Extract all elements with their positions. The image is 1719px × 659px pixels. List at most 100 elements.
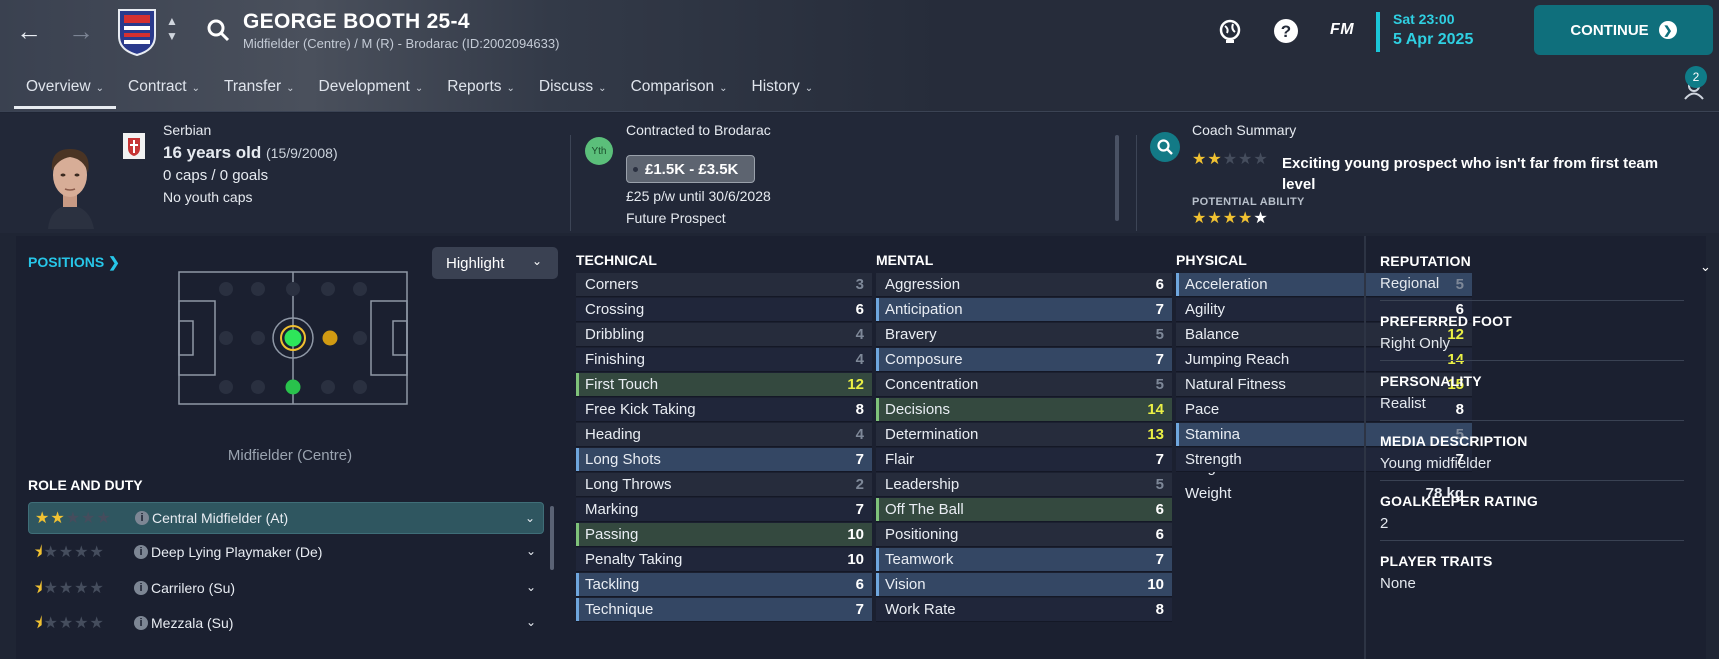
attribute-row[interactable]: Long Throws 2 bbox=[576, 473, 872, 497]
attribute-row[interactable]: Anticipation 7 bbox=[876, 298, 1172, 322]
club-crest-icon[interactable] bbox=[116, 6, 158, 56]
position-label: Midfielder (Centre) bbox=[227, 447, 353, 464]
search-icon[interactable] bbox=[206, 18, 230, 42]
chevron-down-icon[interactable]: ⌄ bbox=[526, 580, 536, 594]
info-icon[interactable]: i bbox=[134, 581, 148, 595]
role-row[interactable]: ⯨★★★★ i Carrilero (Su) ⌄ bbox=[28, 572, 544, 604]
tab-contract[interactable]: Contract ⌄ bbox=[116, 76, 212, 106]
role-name: Carrilero (Su) bbox=[151, 580, 236, 596]
tab-comparison[interactable]: Comparison ⌄ bbox=[619, 76, 740, 106]
attribute-name: Long Shots bbox=[585, 451, 661, 468]
attribute-name: Passing bbox=[585, 526, 639, 543]
attribute-value: 5 bbox=[1155, 476, 1164, 493]
chevron-down-icon[interactable]: ⌄ bbox=[525, 511, 535, 525]
attribute-row[interactable]: Bravery 5 bbox=[876, 323, 1172, 347]
coach-search-icon[interactable] bbox=[1150, 132, 1180, 162]
attribute-name: Positioning bbox=[885, 526, 959, 543]
attribute-name: Acceleration bbox=[1185, 276, 1268, 293]
chevron-down-icon[interactable]: ⌄ bbox=[526, 615, 536, 629]
reputation-block[interactable]: REPUTATION Regional ⌄ bbox=[1380, 253, 1711, 292]
attribute-value: 6 bbox=[1155, 526, 1164, 543]
attribute-row[interactable]: Teamwork 7 bbox=[876, 548, 1172, 572]
back-arrow-icon[interactable]: ← bbox=[12, 14, 46, 48]
potential-star-rating: ★★★★★ bbox=[1192, 210, 1269, 227]
attribute-row[interactable]: Passing 10 bbox=[576, 523, 872, 547]
chevron-down-icon: ⌄ bbox=[598, 83, 607, 94]
tab-development[interactable]: Development ⌄ bbox=[307, 76, 436, 106]
attribute-row[interactable]: Corners 3 bbox=[576, 273, 872, 297]
sort-arrows-icon[interactable]: ▲ ▼ bbox=[163, 14, 181, 48]
tab-reports[interactable]: Reports ⌄ bbox=[435, 76, 527, 106]
attribute-row[interactable]: Vision 10 bbox=[876, 573, 1172, 597]
positions-panel: POSITIONS ❯ Highlight ⌄ Midfielder (Centr… bbox=[16, 236, 564, 659]
personality-label: PERSONALITY bbox=[1380, 373, 1482, 389]
attribute-row[interactable]: Concentration 5 bbox=[876, 373, 1172, 397]
attribute-row[interactable]: Off The Ball 6 bbox=[876, 498, 1172, 522]
attribute-row[interactable]: Decisions 14 bbox=[876, 398, 1172, 422]
attribute-row[interactable]: Flair 7 bbox=[876, 448, 1172, 472]
tab-discuss[interactable]: Discuss ⌄ bbox=[527, 76, 619, 106]
tab-overview[interactable]: Overview ⌄ bbox=[14, 76, 116, 109]
chevron-down-icon[interactable]: ⌄ bbox=[526, 544, 536, 558]
attribute-row[interactable]: Heading 4 bbox=[576, 423, 872, 447]
positions-link[interactable]: POSITIONS ❯ bbox=[28, 254, 120, 271]
attribute-row[interactable]: First Touch 12 bbox=[576, 373, 872, 397]
divider bbox=[1380, 360, 1684, 361]
attribute-row[interactable]: Work Rate 8 bbox=[876, 598, 1172, 622]
goalkeeper-rating-block: GOALKEEPER RATING 2 bbox=[1380, 493, 1684, 532]
tab-transfer[interactable]: Transfer ⌄ bbox=[212, 76, 307, 106]
continue-button[interactable]: CONTINUE ❯ bbox=[1534, 5, 1713, 55]
attribute-row[interactable]: Aggression 6 bbox=[876, 273, 1172, 297]
role-row[interactable]: ⯨★★★★ i Mezzala (Su) ⌄ bbox=[28, 607, 544, 639]
notification-badge[interactable]: 2 bbox=[1685, 66, 1707, 88]
attribute-value: 6 bbox=[855, 576, 864, 593]
chevron-down-icon: ⌄ bbox=[506, 83, 515, 94]
value-tag[interactable]: £1.5K - £3.5K bbox=[626, 155, 756, 183]
help-icon[interactable]: ? bbox=[1272, 17, 1300, 45]
chevron-down-icon[interactable]: ⌄ bbox=[1700, 259, 1711, 275]
attribute-value: 6 bbox=[1155, 276, 1164, 293]
player-traits-value: None bbox=[1380, 575, 1416, 592]
attribute-row[interactable]: Technique 7 bbox=[576, 598, 872, 622]
personality-block: PERSONALITY Realist bbox=[1380, 373, 1684, 412]
attribute-row[interactable]: Long Shots 7 bbox=[576, 448, 872, 472]
attribute-row[interactable]: Penalty Taking 10 bbox=[576, 548, 872, 572]
attribute-row[interactable]: Tackling 6 bbox=[576, 573, 872, 597]
attribute-value: 7 bbox=[1155, 351, 1164, 368]
player-profile-strip: Serbian 16 years old (15/9/2008) 0 caps … bbox=[0, 113, 1719, 233]
tab-label: Development bbox=[318, 78, 410, 95]
attribute-row[interactable]: Determination 13 bbox=[876, 423, 1172, 447]
attribute-row[interactable]: Leadership 5 bbox=[876, 473, 1172, 497]
scrollbar[interactable] bbox=[550, 506, 554, 570]
role-name: Mezzala (Su) bbox=[151, 615, 234, 631]
attribute-name: Vision bbox=[885, 576, 926, 593]
attribute-row[interactable]: Positioning 6 bbox=[876, 523, 1172, 547]
attribute-name: Natural Fitness bbox=[1185, 376, 1286, 393]
tab-history[interactable]: History ⌄ bbox=[740, 76, 826, 106]
info-icon[interactable]: i bbox=[134, 616, 148, 630]
attribute-row[interactable]: Marking 7 bbox=[576, 498, 872, 522]
highlight-dropdown[interactable]: Highlight ⌄ bbox=[432, 247, 558, 279]
attribute-name: Concentration bbox=[885, 376, 979, 393]
attribute-value: 2 bbox=[855, 476, 864, 493]
media-description-label: MEDIA DESCRIPTION bbox=[1380, 433, 1528, 449]
role-row[interactable]: ★★★★★ i Central Midfielder (At) ⌄ bbox=[28, 502, 544, 534]
attribute-row[interactable]: Crossing 6 bbox=[576, 298, 872, 322]
globe-icon[interactable] bbox=[1216, 17, 1244, 45]
attribute-value: 5 bbox=[1155, 376, 1164, 393]
attribute-row[interactable]: Finishing 4 bbox=[576, 348, 872, 372]
fm-logo[interactable]: FM bbox=[1330, 21, 1354, 39]
tab-label: Comparison bbox=[630, 78, 715, 95]
info-icon[interactable]: i bbox=[135, 511, 149, 525]
role-row[interactable]: ⯨★★★★ i Deep Lying Playmaker (De) ⌄ bbox=[28, 536, 544, 568]
attribute-row[interactable]: Composure 7 bbox=[876, 348, 1172, 372]
info-icon[interactable]: i bbox=[134, 545, 148, 559]
forward-arrow-icon[interactable]: → bbox=[64, 14, 98, 48]
goalkeeper-rating-label: GOALKEEPER RATING bbox=[1380, 493, 1538, 509]
reputation-label: REPUTATION bbox=[1380, 253, 1471, 269]
attribute-row[interactable]: Dribbling 4 bbox=[576, 323, 872, 347]
star-icon: ★ bbox=[1207, 151, 1222, 168]
media-description-block: MEDIA DESCRIPTION Young midfielder bbox=[1380, 433, 1684, 472]
attribute-row[interactable]: Free Kick Taking 8 bbox=[576, 398, 872, 422]
scrollbar[interactable] bbox=[1115, 135, 1119, 221]
